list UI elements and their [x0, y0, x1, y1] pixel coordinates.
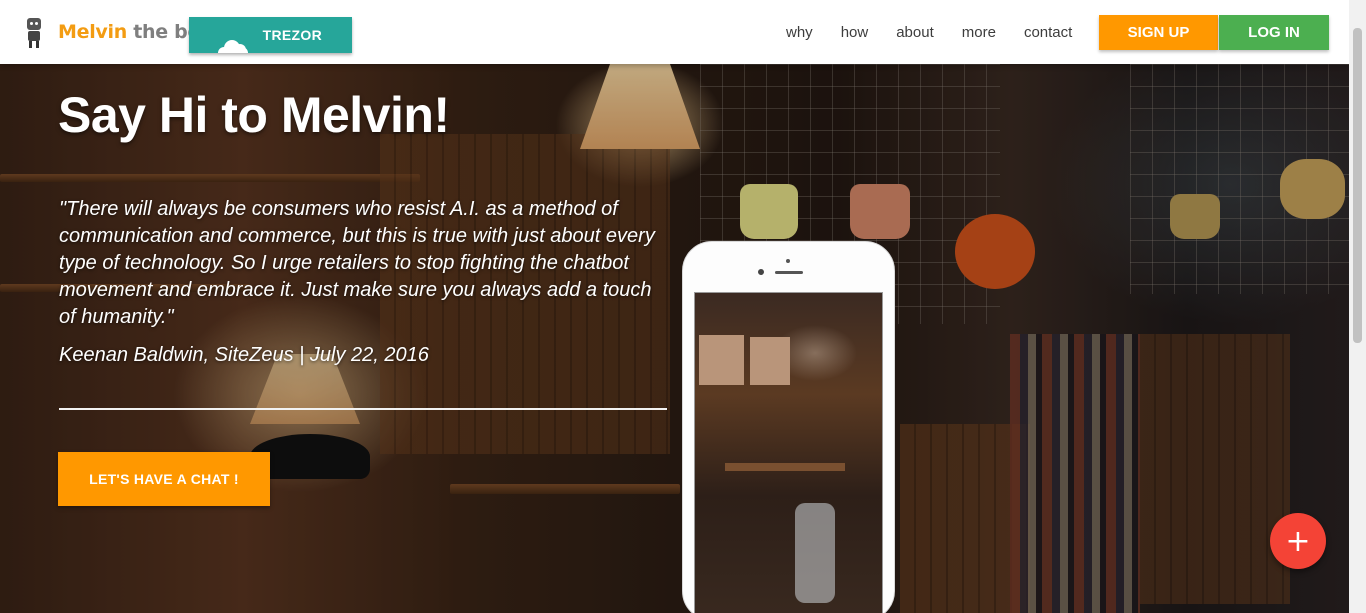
- navbar: Melvin the bot TREZOR why how about more…: [0, 0, 1349, 64]
- signup-button[interactable]: SIGN UP: [1099, 15, 1218, 50]
- chat-button[interactable]: LET'S HAVE A CHAT !: [58, 452, 270, 506]
- trezor-label: TREZOR: [262, 27, 322, 43]
- trezor-button[interactable]: TREZOR: [189, 17, 352, 53]
- phone-mockup: [682, 241, 895, 613]
- plus-icon[interactable]: +: [1270, 513, 1326, 569]
- hero-divider: [59, 408, 667, 410]
- brand-logo[interactable]: Melvin the bot: [22, 14, 209, 50]
- phone-screen-box: [699, 335, 744, 385]
- robot-icon: [22, 16, 46, 48]
- nav-link-how[interactable]: how: [827, 24, 883, 41]
- nav-links: why how about more contact: [772, 0, 1086, 64]
- scrollbar-thumb[interactable]: [1353, 28, 1362, 343]
- phone-camera-dot: [786, 259, 790, 263]
- nav-link-why[interactable]: why: [772, 24, 827, 41]
- hero-quote: "There will always be consumers who resi…: [59, 198, 655, 328]
- brand-name: Melvin the bot: [58, 21, 209, 43]
- quote-attribution: Keenan Baldwin, SiteZeus | July 22, 2016: [59, 344, 429, 366]
- cloud-icon: [216, 39, 250, 53]
- hero-title: Say Hi to Melvin!: [58, 87, 450, 143]
- phone-screen-box: [750, 337, 790, 385]
- phone-screen: [694, 292, 883, 613]
- nav-link-more[interactable]: more: [948, 24, 1010, 41]
- phone-screen-box: [725, 463, 845, 471]
- phone-speaker: [775, 271, 803, 274]
- brand-name-part1: Melvin: [58, 21, 127, 43]
- login-button[interactable]: LOG IN: [1219, 15, 1329, 50]
- phone-camera: [758, 269, 764, 275]
- hero-dim-overlay: [0, 64, 1349, 613]
- hero-background: [0, 64, 1349, 613]
- page-scrollbar[interactable]: [1349, 0, 1366, 613]
- nav-link-contact[interactable]: contact: [1010, 24, 1086, 41]
- nav-link-about[interactable]: about: [882, 24, 948, 41]
- phone-screen-box: [795, 503, 835, 603]
